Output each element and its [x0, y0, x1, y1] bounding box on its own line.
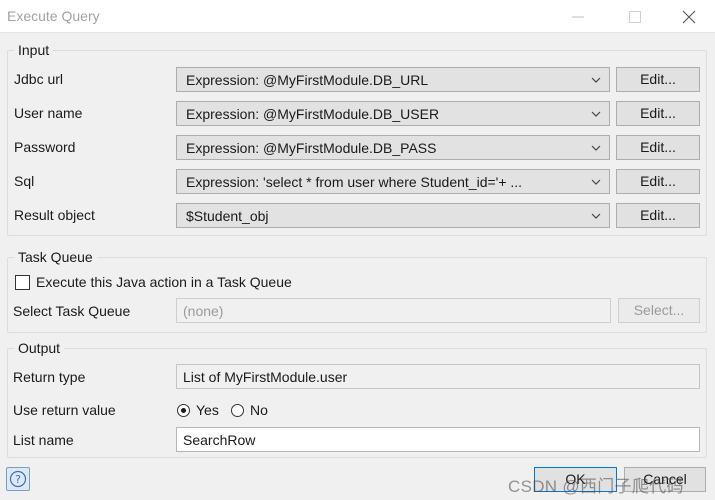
task-queue-field: (none)	[176, 298, 611, 323]
use-return-value-label: Use return value	[13, 402, 116, 418]
help-button[interactable]: ?	[6, 467, 30, 491]
password-edit-button[interactable]: Edit...	[616, 135, 700, 160]
title-bar: Execute Query	[0, 0, 715, 33]
list-name-label: List name	[13, 432, 74, 448]
sql-dropdown[interactable]: Expression: 'select * from user where St…	[176, 169, 610, 194]
watermark-text: CSDN @西门子爬代码	[508, 477, 684, 496]
help-icon: ?	[9, 470, 27, 488]
sql-value: Expression: 'select * from user where St…	[186, 174, 523, 190]
return-type-label: Return type	[13, 369, 86, 385]
maximize-icon	[629, 11, 641, 23]
select-task-queue-button[interactable]: Select...	[618, 298, 700, 323]
list-name-input[interactable]: SearchRow	[176, 427, 700, 452]
chevron-down-icon	[591, 111, 601, 117]
maximize-button[interactable]	[612, 0, 658, 33]
sql-edit-button[interactable]: Edit...	[616, 169, 700, 194]
no-label[interactable]: No	[250, 402, 268, 418]
task-queue-checkbox-label[interactable]: Execute this Java action in a Task Queue	[36, 274, 292, 290]
use-return-yes-radio[interactable]	[177, 404, 190, 417]
output-group-legend: Output	[18, 340, 61, 356]
minimize-icon	[572, 16, 584, 18]
window-title: Execute Query	[7, 8, 100, 24]
minimize-button[interactable]	[555, 0, 601, 33]
sql-label: Sql	[14, 173, 35, 189]
user-name-dropdown[interactable]: Expression: @MyFirstModule.DB_USER	[176, 101, 610, 126]
result-object-value: $Student_obj	[186, 208, 269, 224]
jdbc-url-label: Jdbc url	[14, 71, 64, 87]
close-button[interactable]	[666, 0, 712, 33]
return-type-field: List of MyFirstModule.user	[176, 364, 700, 389]
result-object-label: Result object	[14, 207, 95, 223]
chevron-down-icon	[591, 145, 601, 151]
yes-label[interactable]: Yes	[196, 402, 219, 418]
password-label: Password	[14, 139, 76, 155]
jdbc-url-value: Expression: @MyFirstModule.DB_URL	[186, 72, 429, 88]
chevron-down-icon	[591, 77, 601, 83]
task-queue-checkbox[interactable]	[15, 275, 30, 290]
jdbc-url-dropdown[interactable]: Expression: @MyFirstModule.DB_URL	[176, 67, 610, 92]
password-dropdown[interactable]: Expression: @MyFirstModule.DB_PASS	[176, 135, 610, 160]
use-return-no-radio[interactable]	[231, 404, 244, 417]
user-name-edit-button[interactable]: Edit...	[616, 101, 700, 126]
result-object-dropdown[interactable]: $Student_obj	[176, 203, 610, 228]
chevron-down-icon	[591, 179, 601, 185]
chevron-down-icon	[591, 213, 601, 219]
user-name-value: Expression: @MyFirstModule.DB_USER	[186, 106, 440, 122]
task-queue-legend: Task Queue	[18, 249, 93, 265]
jdbc-url-edit-button[interactable]: Edit...	[616, 67, 700, 92]
svg-text:?: ?	[15, 473, 21, 486]
close-icon	[682, 10, 696, 24]
input-group-legend: Input	[18, 42, 50, 58]
user-name-label: User name	[14, 105, 83, 121]
password-value: Expression: @MyFirstModule.DB_PASS	[186, 140, 437, 156]
result-object-edit-button[interactable]: Edit...	[616, 203, 700, 228]
select-task-queue-label: Select Task Queue	[13, 303, 131, 319]
